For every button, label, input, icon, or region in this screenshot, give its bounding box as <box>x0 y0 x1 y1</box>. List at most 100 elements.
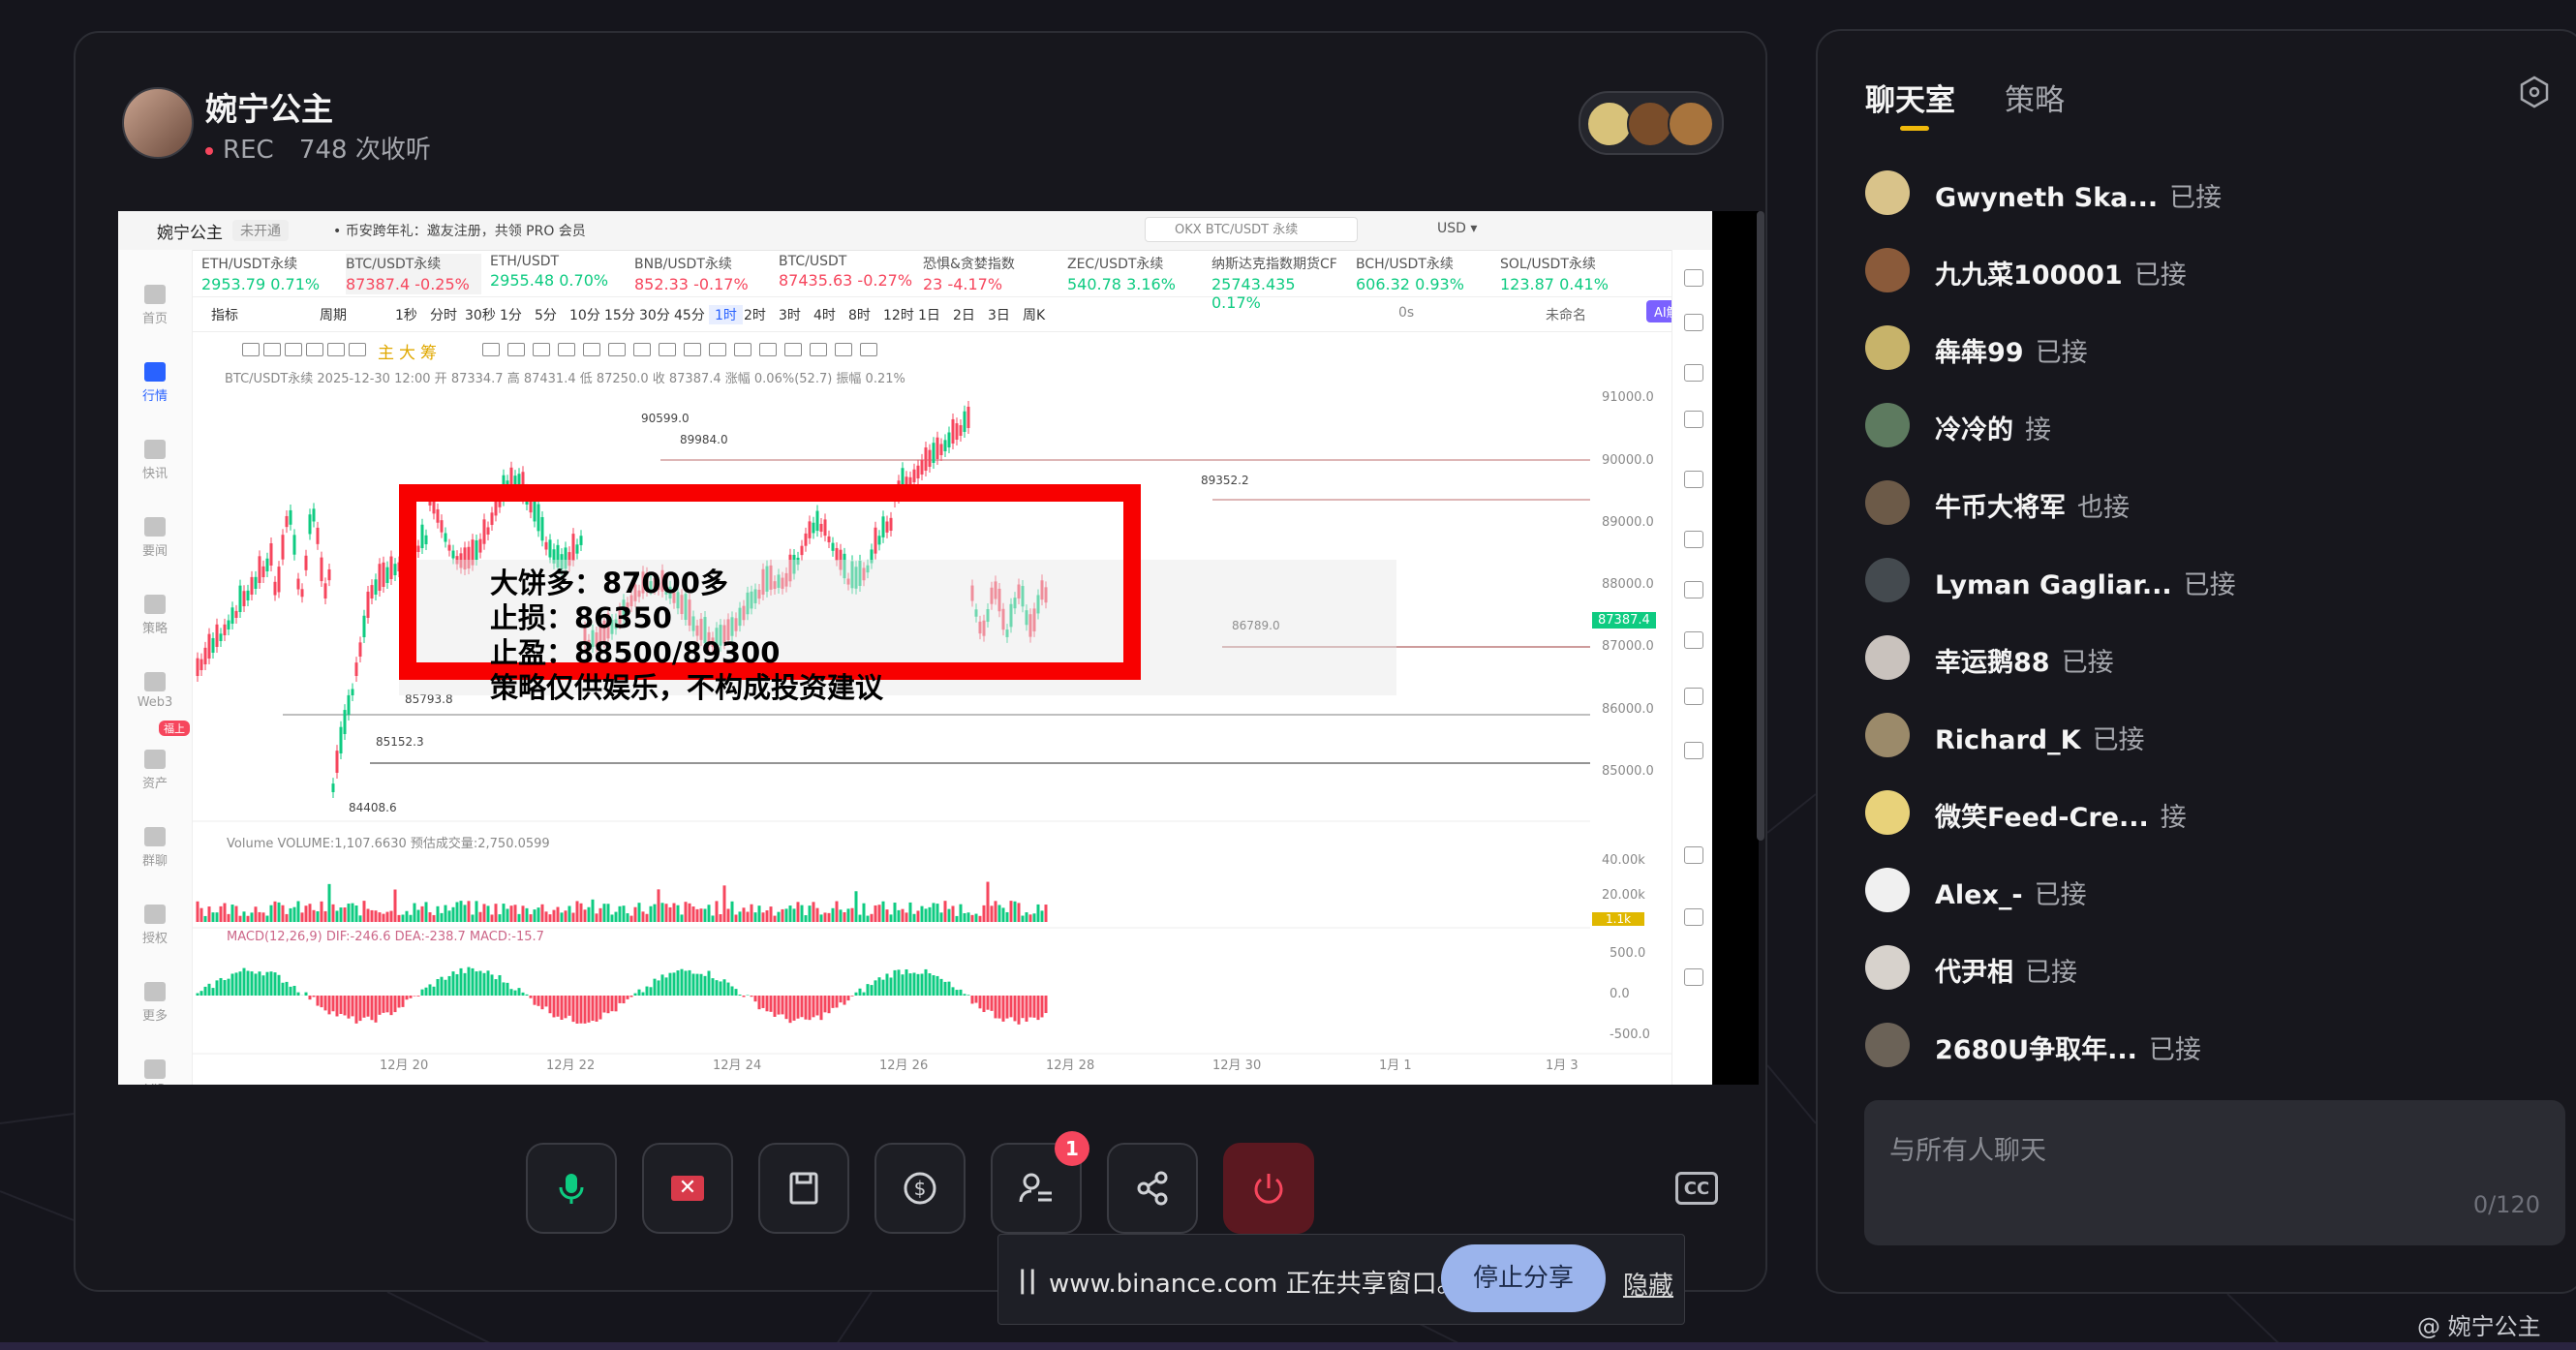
end-stream-button[interactable] <box>1223 1143 1314 1234</box>
macd-bar <box>614 996 618 1012</box>
participants-button[interactable]: 1 <box>991 1131 1089 1234</box>
volume-bar <box>1025 912 1028 922</box>
price-annotation: 89984.0 <box>680 433 728 446</box>
candle-body <box>963 411 966 432</box>
macd-bar <box>312 996 316 997</box>
volume-bar <box>312 909 316 922</box>
volume-bar <box>978 915 982 922</box>
listener-avatar-stack[interactable] <box>1579 91 1724 155</box>
close-screen-icon: ✕ <box>671 1176 704 1201</box>
chat-username: 幸运鹅88 已接 <box>1935 641 2114 679</box>
chat-avatar[interactable] <box>1865 403 1910 447</box>
macd-bar <box>982 996 986 1013</box>
volume-bar <box>1044 905 1048 922</box>
macd-bar <box>343 996 347 1016</box>
volume-bar <box>997 905 1001 922</box>
share-button[interactable] <box>1107 1143 1198 1234</box>
chat-input[interactable]: 与所有人聊天 0/120 <box>1864 1100 2565 1245</box>
chat-avatar[interactable] <box>1865 558 1910 602</box>
volume-bar <box>517 913 521 922</box>
volume-bar <box>459 901 463 922</box>
volume-bar <box>413 903 416 922</box>
chat-avatar[interactable] <box>1865 170 1910 215</box>
volume-bar <box>509 905 513 922</box>
chat-username-text: 微笑Feed-Cre... <box>1935 803 2149 833</box>
volume-bar <box>660 903 664 922</box>
tab-strategy[interactable]: 策略 <box>2005 76 2065 119</box>
volume-bar <box>932 903 935 922</box>
chat-avatar[interactable] <box>1865 248 1910 292</box>
candle-body <box>351 689 354 695</box>
candle-body <box>304 555 308 570</box>
volume-bar <box>974 913 978 922</box>
volume-bar <box>897 909 901 922</box>
price-annotation: 85152.3 <box>376 735 424 749</box>
macd-bar <box>986 996 990 1010</box>
macd-bar <box>796 996 800 1019</box>
volume-bar <box>540 904 544 922</box>
chat-text: 已接 <box>2035 338 2088 368</box>
volume-bar <box>490 914 494 922</box>
listener-avatar <box>1627 101 1673 147</box>
candle-body <box>196 658 199 676</box>
volume-bar <box>246 915 250 922</box>
volume-bar <box>742 907 746 922</box>
host-avatar[interactable] <box>122 87 194 159</box>
chat-username: Lyman Gagliar... 已接 <box>1935 564 2236 601</box>
volume-bar <box>850 907 854 922</box>
macd-bar <box>1017 996 1021 1025</box>
volume-bar <box>506 908 509 922</box>
stream-scrollbar[interactable] <box>1757 211 1764 841</box>
volume-bar <box>215 912 219 922</box>
tab-chat-room[interactable]: 聊天室 <box>1865 76 1955 119</box>
macd-bar <box>1021 996 1025 1019</box>
settings-hex-icon[interactable] <box>2518 76 2551 108</box>
chat-char-counter: 0/120 <box>2472 1191 2540 1218</box>
chat-avatar[interactable] <box>1865 945 1910 990</box>
candle-body <box>378 564 382 591</box>
volume-bar <box>537 907 540 922</box>
volume-bar <box>370 909 374 922</box>
macd-bar <box>691 973 695 996</box>
hide-link[interactable]: 隐藏 <box>1623 1266 1673 1302</box>
macd-bar <box>490 974 494 996</box>
volume-bar <box>881 901 885 922</box>
volume-bar <box>688 903 691 922</box>
mic-button[interactable] <box>526 1143 617 1234</box>
volume-bar <box>951 905 955 922</box>
volume-bar <box>238 915 242 922</box>
tab-underline <box>1900 126 1929 131</box>
macd-bar <box>753 996 757 1002</box>
chat-avatar[interactable] <box>1865 868 1910 912</box>
chat-avatar[interactable] <box>1865 790 1910 835</box>
chat-avatar[interactable] <box>1865 713 1910 757</box>
captions-button[interactable]: CC <box>1675 1172 1718 1205</box>
stop-sharing-button[interactable]: 停止分享 <box>1441 1244 1606 1312</box>
stop-camera-button[interactable]: ✕ <box>642 1143 733 1234</box>
macd-bar <box>657 980 660 996</box>
save-button[interactable] <box>758 1143 849 1234</box>
volume-bar <box>916 910 920 922</box>
volume-bar <box>242 911 246 922</box>
volume-bar <box>405 910 409 922</box>
volume-bar <box>521 905 525 922</box>
macd-bar <box>211 988 215 996</box>
volume-bar <box>401 914 405 922</box>
tip-button[interactable]: $ <box>874 1143 966 1234</box>
chat-avatar[interactable] <box>1865 325 1910 370</box>
volume-bar <box>571 912 575 922</box>
chat-avatar[interactable] <box>1865 635 1910 680</box>
macd-bar <box>970 996 974 1004</box>
price-axis-label: 85000.0 <box>1602 764 1654 779</box>
macd-bar <box>242 967 246 996</box>
power-icon <box>1254 1174 1283 1204</box>
volume-bar <box>234 905 238 922</box>
volume-bar <box>622 905 626 922</box>
chat-avatar[interactable] <box>1865 480 1910 525</box>
screen-letterbox <box>1712 211 1759 1085</box>
volume-bar <box>1001 907 1005 922</box>
candle-body <box>928 449 932 467</box>
chat-avatar[interactable] <box>1865 1023 1910 1067</box>
macd-bar <box>997 996 1001 1019</box>
volume-bar <box>281 905 285 922</box>
